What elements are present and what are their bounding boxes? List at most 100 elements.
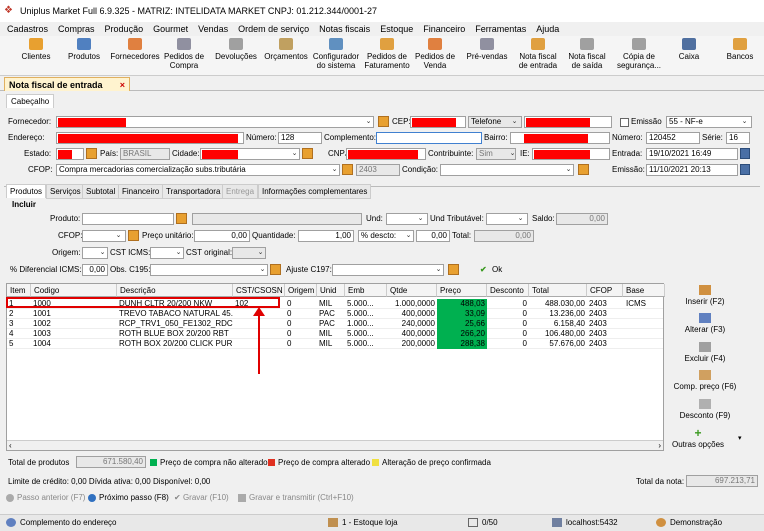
col-header-emb[interactable]: Emb	[345, 284, 387, 297]
col-header-item[interactable]: Item	[7, 284, 31, 297]
menu-financeiro[interactable]: Financeiro	[418, 24, 470, 34]
search-condicao-icon[interactable]	[578, 164, 589, 175]
col-header-preco[interactable]: Preço	[437, 284, 487, 297]
menu-ferramentas[interactable]: Ferramentas	[470, 24, 531, 34]
desconto-button[interactable]: Desconto (F9)	[665, 399, 745, 420]
condicao-dropdown-icon[interactable]: ⌄	[564, 165, 573, 175]
cidade-dropdown-icon[interactable]: ⌄	[290, 149, 299, 159]
incluir-cfop-dropdown-icon[interactable]: ⌄	[114, 231, 123, 241]
cst-original-dropdown-icon[interactable]: ⌄	[256, 248, 265, 258]
tab-cabecalho[interactable]: Cabeçalho	[6, 94, 55, 108]
entrada-field[interactable]: 19/10/2021 16:49	[646, 148, 738, 160]
table-row[interactable]: 3 1002 RCP_TRV1_050_FE1302_RDC 0 PAC 1.000...…	[7, 319, 663, 329]
search-incluir-cfop-icon[interactable]	[128, 230, 139, 241]
alterar-button[interactable]: Alterar (F3)	[665, 313, 745, 334]
outras-opcoes-button[interactable]: + Outras opções	[658, 427, 738, 449]
ajuste-c197-select[interactable]	[332, 264, 444, 276]
col-header-origem[interactable]: Origem	[285, 284, 317, 297]
obs-c195-select[interactable]	[150, 264, 268, 276]
diferencial-icms-field[interactable]: 0,00	[82, 264, 108, 276]
toolbar-caixa-button[interactable]: Caixa	[674, 38, 704, 61]
toolbar-nf-saida-button[interactable]: Nota fiscal de saída	[564, 38, 610, 70]
und-tributavel-dropdown-icon[interactable]: ⌄	[516, 214, 525, 224]
menu-gourmet[interactable]: Gourmet	[148, 24, 193, 34]
preco-unitario-field[interactable]: 0,00	[194, 230, 250, 242]
toolbar-nf-entrada-button[interactable]: Nota fiscal de entrada	[514, 38, 562, 70]
menu-producao[interactable]: Produção	[100, 24, 149, 34]
ajuste-c197-dropdown-icon[interactable]: ⌄	[434, 265, 443, 275]
search-cidade-icon[interactable]	[302, 148, 313, 159]
toolbar-orcamentos-button[interactable]: Orçamentos	[262, 38, 310, 61]
tab-transportadora[interactable]: Transportadora	[162, 184, 225, 199]
tab-informacoes-complementares[interactable]: Informações complementares	[258, 184, 372, 199]
modelo-dropdown-icon[interactable]: ⌄	[740, 117, 749, 127]
tab-servicos[interactable]: Serviços	[46, 184, 85, 199]
menu-notas-fiscais[interactable]: Notas fiscais	[314, 24, 375, 34]
menu-cadastros[interactable]: Cadastros	[2, 24, 53, 34]
ok-check-icon[interactable]: ✔	[480, 264, 487, 276]
complemento-field[interactable]	[376, 132, 482, 144]
toolbar-bancos-button[interactable]: Bancos	[722, 38, 758, 61]
search-ajuste-icon[interactable]	[448, 264, 459, 275]
table-row[interactable]: 2 1001 TREVO TABACO NATURAL 45... 0 PAC 5.000…	[7, 309, 663, 319]
und-dropdown-icon[interactable]: ⌄	[416, 214, 425, 224]
menu-vendas[interactable]: Vendas	[193, 24, 233, 34]
more-options-dropdown-icon[interactable]: ▾	[738, 434, 742, 442]
col-header-cst[interactable]: CST/CSOSN	[233, 284, 285, 297]
toolbar-pedidos-faturamento-button[interactable]: Pedidos de Faturamento	[362, 38, 412, 70]
desconto-tipo-dropdown-icon[interactable]: ⌄	[404, 231, 413, 241]
gravar-transmitir-button[interactable]: Gravar e transmitir (Ctrl+F10)	[238, 493, 354, 502]
horizontal-scrollbar[interactable]: ‹ ›	[7, 440, 663, 450]
toolbar-backup-button[interactable]: Cópia de segurança...	[612, 38, 666, 70]
search-obs-icon[interactable]	[270, 264, 281, 275]
toolbar-devolucoes-button[interactable]: Devoluções	[212, 38, 260, 61]
col-header-qtde[interactable]: Qtde	[387, 284, 437, 297]
status-estoque[interactable]: 1 - Estoque loja	[328, 518, 398, 527]
search-estado-icon[interactable]	[86, 148, 97, 159]
toolbar-clientes-button[interactable]: Clientes	[16, 38, 56, 61]
excluir-button[interactable]: Excluir (F4)	[665, 342, 745, 363]
tab-nota-fiscal-entrada[interactable]: Nota fiscal de entrada ×	[4, 77, 130, 91]
cfop-dropdown-icon[interactable]: ⌄	[330, 165, 339, 175]
col-header-descricao[interactable]: Descrição	[117, 284, 233, 297]
col-header-cfop[interactable]: CFOP	[587, 284, 623, 297]
tab-produtos[interactable]: Produtos	[6, 184, 47, 198]
toolbar-pedidos-venda-button[interactable]: Pedidos de Venda	[412, 38, 458, 70]
emissao-checkbox[interactable]	[620, 118, 629, 127]
toolbar-produtos-button[interactable]: Produtos	[64, 38, 104, 61]
menu-ordem-servico[interactable]: Ordem de serviço	[233, 24, 314, 34]
emissao-field[interactable]: 11/10/2021 20:13	[646, 164, 738, 176]
search-fornecedor-icon[interactable]	[378, 116, 389, 127]
col-header-unid[interactable]: Unid	[317, 284, 345, 297]
numero-field[interactable]: 128	[278, 132, 322, 144]
col-header-desconto[interactable]: Desconto	[487, 284, 529, 297]
produto-field[interactable]	[82, 213, 174, 225]
desconto-field[interactable]: 0,00	[416, 230, 450, 242]
origem-dropdown-icon[interactable]: ⌄	[98, 248, 107, 258]
condicao-select[interactable]	[440, 164, 574, 176]
calendar-icon[interactable]	[740, 148, 750, 159]
scroll-left-icon[interactable]: ‹	[9, 441, 12, 451]
table-row[interactable]: 4 1003 ROTH BLUE BOX 20/200 RBT 0 MIL 5.000..…	[7, 329, 663, 339]
cst-icms-dropdown-icon[interactable]: ⌄	[174, 248, 183, 258]
search-produto-icon[interactable]	[176, 213, 187, 224]
telefone-dropdown-icon[interactable]: ⌄	[510, 117, 519, 127]
quantidade-field[interactable]: 1,00	[298, 230, 354, 242]
serie-field[interactable]: 16	[726, 132, 750, 144]
comp-preco-button[interactable]: Comp. preço (F6)	[665, 370, 745, 391]
gravar-button[interactable]: ✔ Gravar (F10)	[174, 493, 229, 502]
calendar-icon[interactable]	[740, 164, 750, 175]
close-tab-icon[interactable]: ×	[120, 80, 125, 90]
pais-field[interactable]: BRASIL	[120, 148, 170, 160]
toolbar-pre-vendas-button[interactable]: Pré-vendas	[464, 38, 510, 61]
toolbar-configurador-button[interactable]: Configurador do sistema	[310, 38, 362, 70]
col-header-codigo[interactable]: Codigo	[31, 284, 117, 297]
inserir-button[interactable]: Inserir (F2)	[665, 285, 745, 306]
col-header-total[interactable]: Total	[529, 284, 587, 297]
menu-estoque[interactable]: Estoque	[375, 24, 418, 34]
tab-financeiro[interactable]: Financeiro	[118, 184, 164, 199]
obs-c195-dropdown-icon[interactable]: ⌄	[258, 265, 267, 275]
fornecedor-dropdown-icon[interactable]: ⌄	[364, 117, 373, 127]
toolbar-pedidos-compra-button[interactable]: Pedidos de Compra	[160, 38, 208, 70]
menu-ajuda[interactable]: Ajuda	[531, 24, 564, 34]
